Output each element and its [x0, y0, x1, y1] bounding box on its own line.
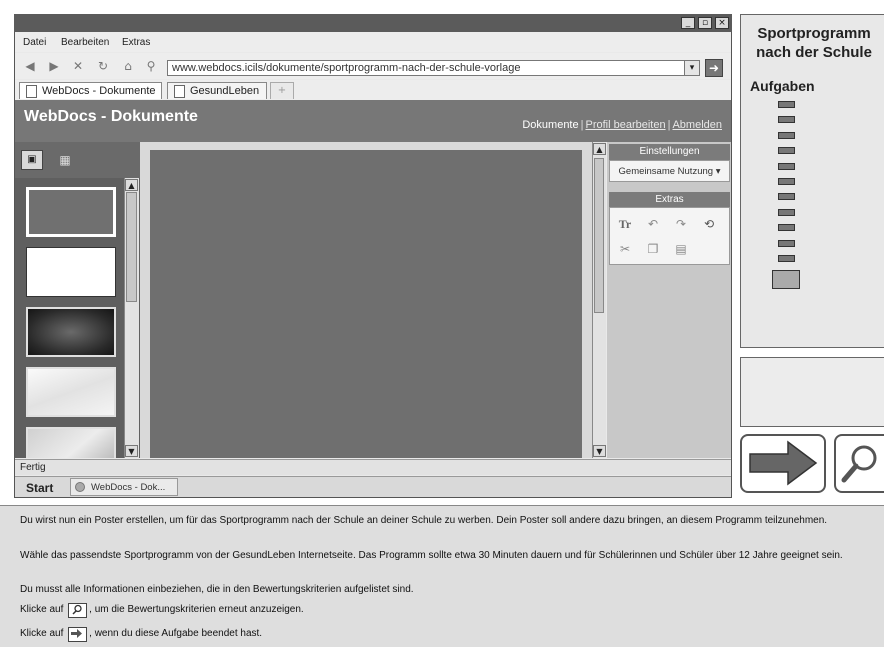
- copy-icon[interactable]: ❐: [645, 241, 661, 257]
- undo-icon[interactable]: ↶: [645, 216, 661, 232]
- magnifier-icon: [68, 603, 88, 618]
- redo-icon[interactable]: ↷: [673, 216, 689, 232]
- go-button[interactable]: ➜: [705, 59, 723, 77]
- status-bar: Fertig: [15, 459, 731, 475]
- tasks-label: Aufgaben: [750, 78, 815, 94]
- text-format-icon[interactable]: Tr: [617, 216, 633, 232]
- instruction-paragraph: Du wirst nun ein Poster erstellen, um fü…: [20, 515, 828, 526]
- home-icon[interactable]: ⌂: [121, 59, 135, 73]
- search-icon[interactable]: ⚲: [144, 59, 158, 73]
- scroll-down-icon[interactable]: ▼: [593, 445, 606, 457]
- maximize-button[interactable]: ▫: [698, 17, 712, 29]
- task-marker: [778, 255, 795, 262]
- instruction-text: , um die Bewertungskriterien erneut anzu…: [89, 604, 304, 615]
- tools-panel: [607, 142, 731, 458]
- template-thumbnail[interactable]: [26, 427, 116, 458]
- address-bar[interactable]: www.webdocs.icils/dokumente/sportprogram…: [167, 60, 687, 76]
- scrollbar-thumb[interactable]: [594, 158, 604, 313]
- link-dokumente[interactable]: Dokumente: [522, 119, 578, 131]
- arrow-right-icon: [68, 627, 88, 642]
- link-abmelden[interactable]: Abmelden: [672, 119, 722, 131]
- new-tab-button[interactable]: +: [270, 82, 294, 99]
- scroll-down-icon[interactable]: ▼: [125, 445, 138, 457]
- forward-icon[interactable]: ▶: [47, 59, 61, 73]
- task-marker: [778, 193, 795, 201]
- app-title: WebDocs - Dokumente: [24, 108, 198, 125]
- next-button[interactable]: [740, 434, 826, 493]
- address-dropdown-icon[interactable]: ▾: [684, 60, 700, 76]
- task-panel: [740, 14, 884, 348]
- refresh-icon[interactable]: ↻: [96, 59, 110, 73]
- template-thumbnail[interactable]: [26, 367, 116, 417]
- poster-canvas[interactable]: [150, 150, 582, 458]
- close-button[interactable]: ×: [715, 17, 729, 29]
- start-button[interactable]: Start: [26, 481, 53, 495]
- tab-label: WebDocs - Dokumente: [42, 85, 156, 97]
- scrollbar-thumb[interactable]: [126, 192, 137, 302]
- task-marker: [778, 239, 795, 247]
- task-marker: [778, 178, 795, 185]
- cut-icon[interactable]: ✂: [617, 241, 633, 257]
- back-icon[interactable]: ◀: [23, 59, 37, 73]
- minimize-button[interactable]: _: [681, 17, 695, 29]
- tab-label: GesundLeben: [190, 85, 260, 97]
- link-profil-bearbeiten[interactable]: Profil bearbeiten: [585, 119, 665, 131]
- scroll-up-icon[interactable]: ▲: [125, 179, 138, 191]
- template-thumbnail[interactable]: [26, 307, 116, 357]
- browser-icon: [75, 482, 85, 492]
- magnifier-icon: [841, 445, 877, 483]
- instruction-text: Klicke auf: [20, 604, 64, 615]
- task-title: Sportprogramm nach der Schule: [756, 25, 872, 61]
- menu-datei[interactable]: Datei: [23, 37, 46, 48]
- scroll-up-icon[interactable]: ▲: [593, 143, 606, 155]
- task-marker: [778, 224, 795, 232]
- current-task-marker: [772, 270, 800, 289]
- task-marker: [778, 131, 795, 139]
- info-panel: [740, 357, 884, 427]
- task-marker: [778, 101, 795, 108]
- document-icon: [26, 85, 37, 98]
- instruction-paragraph: Du musst alle Informationen einbeziehen,…: [20, 584, 414, 595]
- title-bar: [14, 14, 732, 32]
- instruction-finish: Klicke auf , wenn du diese Aufgabe beend…: [20, 627, 870, 642]
- taskbar-item-webdocs[interactable]: WebDocs - Dok...: [70, 478, 178, 496]
- tab-gesundleben[interactable]: GesundLeben: [167, 82, 267, 99]
- settings-heading: Einstellungen: [609, 144, 730, 160]
- menu-bar: Datei Bearbeiten Extras: [15, 32, 731, 52]
- template-thumbnail[interactable]: [26, 247, 116, 297]
- task-marker: [778, 162, 795, 170]
- instruction-paragraph: Wähle das passendste Sportprogramm von d…: [20, 550, 843, 561]
- task-marker: [778, 147, 795, 155]
- instructions-area: Du wirst nun ein Poster erstellen, um fü…: [0, 505, 884, 647]
- paste-icon[interactable]: ▤: [673, 241, 689, 257]
- task-marker: [778, 116, 795, 124]
- arrow-right-icon: [749, 440, 818, 486]
- instruction-text: Klicke auf: [20, 628, 64, 639]
- grid-view-icon[interactable]: ▦: [56, 152, 74, 168]
- instruction-criteria: Klicke auf , um die Bewertungskriterien …: [20, 603, 870, 618]
- header-links: Dokumente | Profil bearbeiten | Abmelden: [522, 119, 722, 131]
- criteria-button[interactable]: [834, 434, 884, 493]
- stop-icon[interactable]: ✕: [71, 59, 85, 73]
- reset-icon[interactable]: ⟲: [701, 216, 717, 232]
- image-view-icon[interactable]: ▣: [21, 150, 43, 170]
- sharing-dropdown[interactable]: Gemeinsame Nutzung ▾: [609, 160, 730, 182]
- tab-webdocs[interactable]: WebDocs - Dokumente: [19, 82, 162, 99]
- document-icon: [174, 85, 185, 98]
- instruction-text: , wenn du diese Aufgabe beendet hast.: [89, 628, 263, 639]
- menu-extras[interactable]: Extras: [122, 37, 150, 48]
- task-marker: [778, 208, 795, 216]
- extras-heading: Extras: [609, 192, 730, 208]
- menu-bearbeiten[interactable]: Bearbeiten: [61, 37, 109, 48]
- template-thumbnail[interactable]: [26, 187, 116, 237]
